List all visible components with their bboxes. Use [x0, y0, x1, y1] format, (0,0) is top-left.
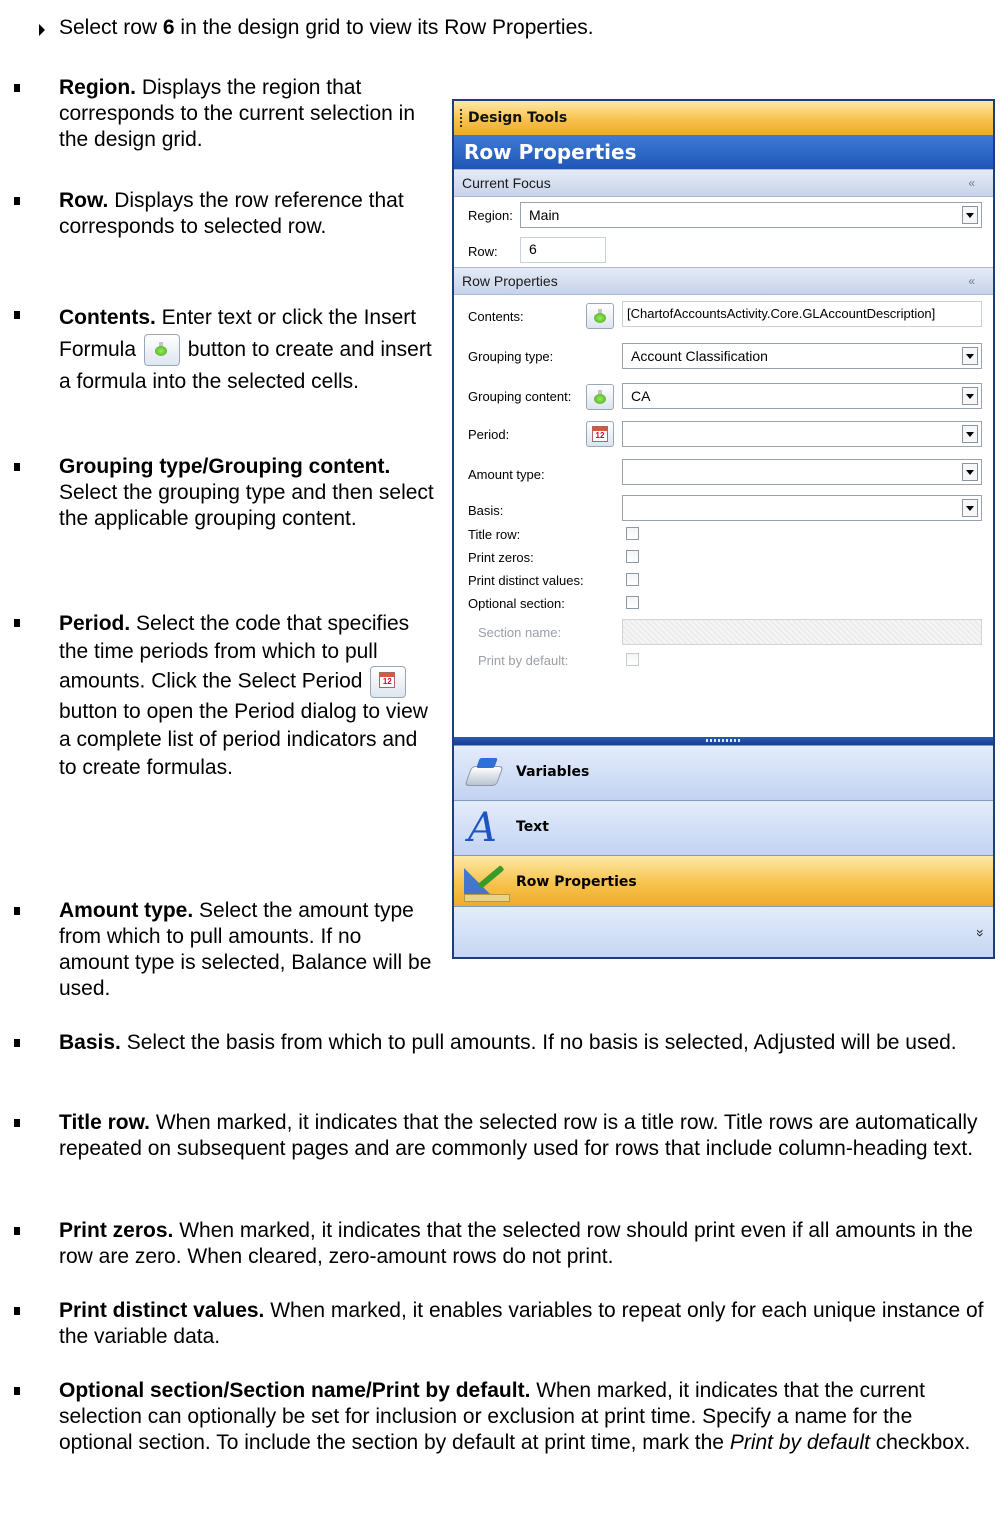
bullet-icon — [14, 1039, 20, 1047]
design-tools-panel: Design Tools Row Properties Current Focu… — [452, 99, 995, 959]
document-page: Select row 6 in the design grid to view … — [0, 0, 1000, 1517]
bullet-optional-section: Optional section/Section name/Print by d… — [14, 1378, 989, 1456]
chevron-down-icon[interactable] — [962, 206, 978, 224]
panel-splitter[interactable] — [454, 737, 993, 745]
select-period-button[interactable]: 12 — [586, 421, 614, 447]
more-options-icon[interactable]: » — [973, 929, 989, 937]
intro-text: Select row 6 in the design grid to view … — [59, 16, 594, 39]
optional-section-option: Optional section: — [454, 592, 993, 615]
chevron-down-icon[interactable] — [962, 499, 978, 517]
bullet-icon — [14, 463, 20, 471]
amount-type-row: Amount type: — [454, 453, 993, 491]
bullet-icon — [14, 619, 20, 627]
basis-dropdown[interactable] — [622, 495, 982, 521]
nav-variables[interactable]: Variables — [454, 745, 993, 800]
print-by-default-option: Print by default: — [454, 649, 993, 672]
grip-icon — [705, 739, 742, 742]
bullet-print-zeros: Print zeros. When marked, it indicates t… — [14, 1218, 989, 1270]
nav-row-properties[interactable]: Row Properties — [454, 855, 993, 907]
grouping-type-row: Grouping type: Account Classification — [454, 335, 993, 375]
variables-icon — [464, 758, 504, 786]
collapse-icon[interactable]: « — [968, 170, 975, 196]
basis-row: Basis: — [454, 491, 993, 523]
grouping-type-dropdown[interactable]: Account Classification — [622, 343, 982, 369]
bullet-icon — [14, 311, 20, 319]
insert-formula-button[interactable] — [586, 303, 614, 329]
collapse-icon[interactable]: « — [968, 268, 975, 294]
chevron-down-icon[interactable] — [962, 347, 978, 365]
grouping-content-dropdown[interactable]: CA — [622, 383, 982, 409]
text-icon: A — [468, 805, 497, 851]
row-field[interactable]: 6 — [520, 237, 606, 263]
print-distinct-option: Print distinct values: — [454, 569, 993, 592]
step-arrow-icon — [39, 24, 45, 36]
bullet-print-distinct: Print distinct values. When marked, it e… — [14, 1298, 989, 1350]
formula-flask-icon — [594, 309, 606, 323]
bullet-icon — [14, 197, 20, 205]
bullet-icon — [14, 1227, 20, 1235]
print-zeros-option: Print zeros: — [454, 546, 993, 569]
row-row: Row: 6 — [454, 233, 993, 267]
title-row-checkbox[interactable] — [626, 527, 639, 540]
grip-icon[interactable] — [460, 109, 462, 127]
bullet-title-row: Title row. When marked, it indicates tha… — [14, 1110, 989, 1162]
intro-row-number: 6 — [162, 16, 175, 39]
chevron-down-icon[interactable] — [962, 387, 978, 405]
chevron-down-icon[interactable] — [962, 463, 978, 481]
section-current-focus[interactable]: Current Focus « — [454, 169, 993, 197]
optional-section-checkbox[interactable] — [626, 596, 639, 609]
nav-overflow-bar: » — [454, 906, 993, 957]
section-name-row: Section name: — [454, 615, 993, 649]
print-zeros-checkbox[interactable] — [626, 550, 639, 563]
contents-field[interactable]: [ChartofAccountsActivity.Core.GLAccountD… — [622, 301, 982, 327]
bullet-icon — [14, 84, 20, 92]
bullet-row: Row. Displays the row reference that cor… — [14, 188, 434, 240]
bullet-period: Period. Select the code that specifies t… — [14, 610, 434, 782]
amount-type-dropdown[interactable] — [622, 459, 982, 485]
print-distinct-checkbox[interactable] — [626, 573, 639, 586]
bullet-icon — [14, 1387, 20, 1395]
chevron-down-icon[interactable] — [962, 425, 978, 443]
period-dropdown[interactable] — [622, 421, 982, 447]
bullet-contents: Contents. Enter text or click the Insert… — [14, 302, 434, 398]
period-row: Period: 12 — [454, 415, 993, 453]
region-dropdown[interactable]: Main — [520, 202, 982, 228]
select-period-button-icon: 12 — [370, 666, 407, 698]
title-row-option: Title row: — [454, 523, 993, 546]
bullet-grouping: Grouping type/Grouping content. Select t… — [14, 454, 434, 532]
design-tools-header: Design Tools — [454, 101, 993, 135]
formula-flask-icon — [594, 390, 606, 404]
section-row-properties[interactable]: Row Properties « — [454, 267, 993, 295]
insert-formula-button-icon — [143, 334, 180, 367]
bullet-region: Region. Displays the region that corresp… — [14, 75, 434, 153]
row-properties-icon — [462, 864, 510, 902]
print-by-default-checkbox — [626, 653, 639, 666]
bullet-basis: Basis. Select the basis from which to pu… — [14, 1030, 989, 1056]
grouping-content-row: Grouping content: CA — [454, 375, 993, 415]
intro-step: Select row 6 in the design grid to view … — [39, 15, 594, 41]
nav-text[interactable]: A Text — [454, 800, 993, 855]
grouping-formula-button[interactable] — [586, 384, 614, 410]
bullet-amount-type: Amount type. Select the amount type from… — [14, 898, 434, 1002]
section-name-field — [622, 619, 982, 645]
bullet-icon — [14, 1307, 20, 1315]
bullet-icon — [14, 1119, 20, 1127]
contents-row: Contents: [ChartofAccountsActivity.Core.… — [454, 295, 993, 335]
calendar-icon: 12 — [592, 426, 608, 442]
panel-title: Row Properties — [454, 135, 993, 169]
region-row: Region: Main — [454, 197, 993, 233]
bullet-icon — [14, 907, 20, 915]
